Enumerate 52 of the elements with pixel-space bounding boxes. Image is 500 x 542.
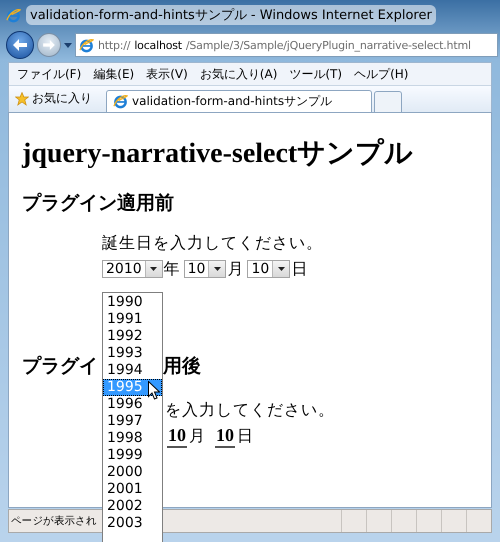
back-arrow-icon	[13, 39, 27, 51]
menu-item[interactable]: ヘルプ(H)	[348, 66, 414, 82]
dropdown-option[interactable]: 1996	[103, 396, 162, 413]
status-text: ページが表示され	[10, 514, 97, 528]
page-title: jquery-narrative-selectサンプル	[22, 137, 414, 171]
dropdown-arrow-icon	[278, 267, 285, 271]
select-link[interactable]: 10	[167, 424, 187, 448]
dropdown-option[interactable]: 2003	[103, 515, 162, 532]
section-heading: 用後	[163, 354, 201, 378]
menu-item[interactable]: 表示(V)	[140, 66, 194, 82]
dropdown-option[interactable]: 1991	[103, 311, 162, 328]
menu-item[interactable]: ツール(T)	[283, 66, 348, 82]
dropdown-option[interactable]: 2000	[103, 464, 162, 481]
select-box[interactable]: 10	[184, 260, 226, 278]
browser-icon	[6, 8, 21, 22]
dropdown-option[interactable]: 1993	[103, 345, 162, 362]
window-title: validation-form-and-hintsサンプル - Windows Internet Explorer	[26, 5, 436, 25]
dropdown-option[interactable]: 2002	[103, 498, 162, 515]
prompt-text: 誕生日を入力してください。	[102, 233, 324, 253]
section-heading: プラグイン適用前	[22, 191, 174, 215]
dropdown-arrow-icon	[214, 267, 221, 271]
unit-label: 年	[164, 258, 180, 280]
dropdown-arrow-icon	[150, 267, 158, 271]
favorites-button[interactable]: お気に入り	[9, 90, 98, 112]
menu-item[interactable]: ファイル(F)	[11, 66, 88, 82]
menu-item[interactable]: お気に入り(A)	[194, 66, 284, 82]
address-field[interactable]: http:// localhost /Sample/3/Sample/jQueryPlugin_narrative-select.html	[75, 33, 498, 57]
section-heading: プラグイ	[22, 354, 98, 378]
dropdown-option[interactable]: 1990	[103, 294, 162, 311]
cursor-icon	[148, 381, 160, 400]
back-button[interactable]	[6, 31, 34, 59]
unit-label: 月	[227, 258, 244, 280]
unit-label: 日	[291, 258, 308, 280]
unit-label: 日	[237, 426, 253, 446]
dropdown-option[interactable]: 1999	[103, 447, 162, 464]
prompt-text: を入力してください。	[165, 400, 336, 420]
dropdown-option[interactable]: 1997	[103, 413, 162, 430]
unit-label: 月	[189, 426, 205, 446]
star-icon	[15, 92, 29, 106]
forward-arrow-icon	[43, 40, 55, 50]
browser-tab[interactable]: validation-form-and-hintsサンプル	[106, 90, 372, 112]
dropdown-option[interactable]: 2001	[103, 481, 162, 498]
dropdown-option[interactable]: 1998	[103, 430, 162, 447]
browser-icon	[113, 94, 128, 109]
dropdown-option[interactable]: 1992	[103, 328, 162, 345]
menu-item[interactable]: 編集(E)	[87, 66, 140, 82]
select-box[interactable]: 10	[247, 260, 290, 278]
select-link[interactable]: 10	[215, 424, 235, 448]
select-box[interactable]: 2010	[102, 260, 163, 278]
browser-icon	[79, 38, 94, 52]
history-caret-icon[interactable]	[64, 42, 72, 48]
dropdown-option[interactable]: 1994	[103, 362, 162, 379]
